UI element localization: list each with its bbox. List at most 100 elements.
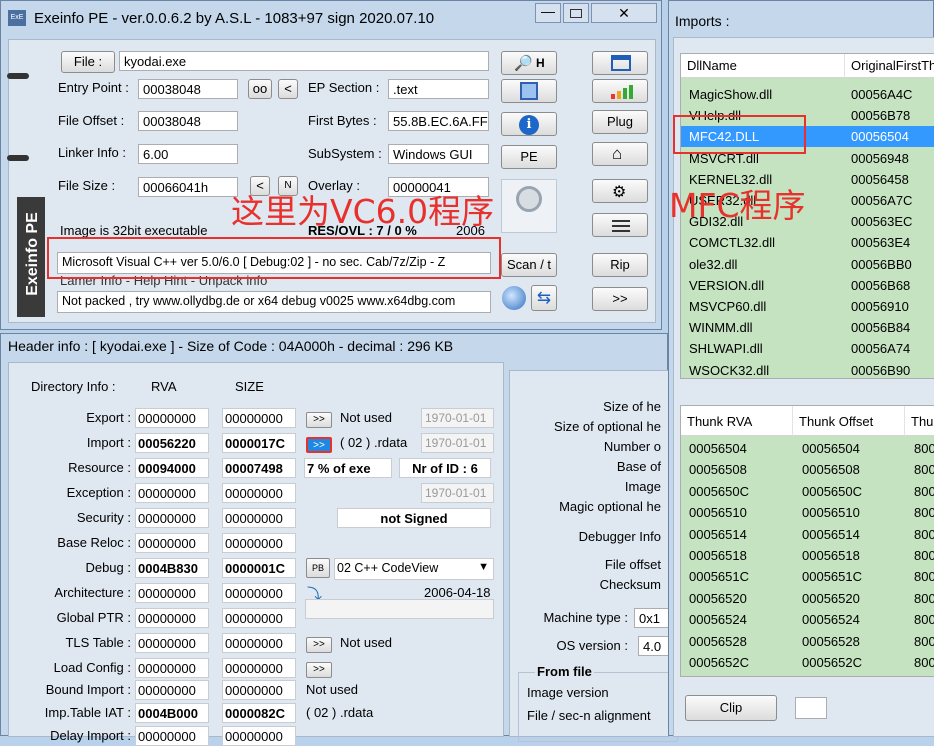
- dll-row[interactable]: VERSION.dll 00056B68: [681, 275, 934, 296]
- dir-rva-field[interactable]: 00000000: [135, 533, 209, 553]
- dir-size-field[interactable]: 00000000: [222, 633, 296, 653]
- structure-button[interactable]: [501, 79, 557, 103]
- dir-rva-field[interactable]: 00056220: [135, 433, 209, 453]
- dir-size-field[interactable]: 0000017C: [222, 433, 296, 453]
- first-bytes-field[interactable]: 55.8B.EC.6A.FF: [388, 111, 489, 131]
- dir-rva-field[interactable]: 00000000: [135, 633, 209, 653]
- dll-row[interactable]: MSVCP60.dll 00056910: [681, 296, 934, 317]
- dir-rva-field[interactable]: 00000000: [135, 658, 209, 678]
- dir-size-field[interactable]: 00000000: [222, 483, 296, 503]
- close-button[interactable]: ✕: [591, 3, 657, 23]
- linker-info-field[interactable]: 6.00: [138, 144, 238, 164]
- thunk-offset: 00056520: [802, 590, 860, 606]
- next-button[interactable]: >>: [592, 287, 648, 311]
- dir-rva-field[interactable]: 00000000: [135, 408, 209, 428]
- dir-rva-field[interactable]: 00094000: [135, 458, 209, 478]
- dir-rva-field[interactable]: 00000000: [135, 483, 209, 503]
- globe-icon[interactable]: [502, 286, 526, 310]
- originalfirstthunk-column-header[interactable]: OriginalFirstTh: [845, 54, 934, 78]
- dir-rva-field[interactable]: 00000000: [135, 680, 209, 700]
- dir-status-label: Not used: [306, 682, 359, 697]
- thunk-row[interactable]: 00056514 00056514 800: [681, 524, 934, 545]
- signature-status: not Signed: [337, 508, 491, 528]
- search-hex-button[interactable]: 🔎 H: [501, 51, 557, 75]
- dir-size-field[interactable]: 0000082C: [222, 703, 296, 723]
- dir-rva-field[interactable]: 00000000: [135, 508, 209, 528]
- dir-size-field[interactable]: 00000000: [222, 533, 296, 553]
- debug-type-select[interactable]: 02 C++ CodeView ▼: [334, 558, 494, 580]
- dll-row[interactable]: WSOCK32.dll 00056B90: [681, 360, 934, 378]
- file-name-field[interactable]: kyodai.exe: [119, 51, 489, 71]
- dir-size-field[interactable]: 00000000: [222, 408, 296, 428]
- goto-button[interactable]: >>: [306, 437, 332, 453]
- dir-name-label: Import :: [86, 435, 131, 450]
- file-offset-field[interactable]: 00038048: [138, 111, 238, 131]
- thunk-row[interactable]: 00056518 00056518 800: [681, 545, 934, 566]
- dir-rva-field[interactable]: 0004B830: [135, 558, 209, 578]
- thunk-offset: 00056510: [802, 505, 860, 521]
- clip-button[interactable]: Clip: [685, 695, 777, 721]
- tools-button[interactable]: ⚙: [592, 179, 648, 203]
- thunk-row[interactable]: 00056528 00056528 800: [681, 631, 934, 652]
- thunk-row[interactable]: 0005651C 0005651C 800: [681, 566, 934, 587]
- thunk-row[interactable]: 00056520 00056520 800: [681, 588, 934, 609]
- thunk-data: 800: [914, 548, 934, 563]
- ep-section-field[interactable]: .text: [388, 79, 489, 99]
- dll-row[interactable]: ole32.dll 00056BB0: [681, 254, 934, 275]
- dir-size-field[interactable]: 00000000: [222, 680, 296, 700]
- thunk-row[interactable]: 0005650C 0005650C 800: [681, 481, 934, 502]
- file-button[interactable]: File :: [61, 51, 115, 73]
- dir-size-field[interactable]: 00000000: [222, 658, 296, 678]
- dir-size-field[interactable]: 00000000: [222, 608, 296, 628]
- subsystem-field[interactable]: Windows GUI: [388, 144, 489, 164]
- dir-rva-field[interactable]: 00000000: [135, 608, 209, 628]
- thunk-row[interactable]: 00056508 00056508 800: [681, 459, 934, 480]
- window-button[interactable]: [592, 51, 648, 75]
- file-size-field[interactable]: 00066041h: [138, 177, 238, 197]
- goto-button[interactable]: >>: [306, 637, 332, 653]
- scan-button[interactable]: Scan / t: [501, 253, 557, 277]
- dir-size-field[interactable]: 00000000: [222, 508, 296, 528]
- menu-button[interactable]: [592, 213, 648, 237]
- dll-row[interactable]: SHLWAPI.dll 00056A74: [681, 338, 934, 359]
- dir-size-field[interactable]: 00000000: [222, 583, 296, 603]
- dll-row[interactable]: COMCTL32.dll 000563E4: [681, 232, 934, 253]
- dll-row[interactable]: MagicShow.dll 00056A4C: [681, 84, 934, 105]
- pe-button[interactable]: PE: [501, 145, 557, 169]
- goto-button[interactable]: >>: [306, 662, 332, 678]
- thunk-row[interactable]: 00056510 00056510 800: [681, 502, 934, 523]
- imports-window: Imports : DllName OriginalFirstTh MagicS…: [668, 0, 934, 737]
- dir-size-field[interactable]: 00000000: [222, 726, 296, 746]
- thunk-data-column-header[interactable]: Thu: [905, 406, 934, 436]
- dir-rva-field[interactable]: 00000000: [135, 583, 209, 603]
- thunk-row[interactable]: 00056504 00056504 800: [681, 438, 934, 459]
- dll-row[interactable]: WINMM.dll 00056B84: [681, 317, 934, 338]
- info-button[interactable]: i: [501, 112, 557, 136]
- dir-section-label: ( 02 ) .rdata: [340, 435, 408, 450]
- oo-button[interactable]: oo: [248, 79, 272, 99]
- pb-button[interactable]: PB: [306, 558, 330, 578]
- dir-size-field[interactable]: 0000001C: [222, 558, 296, 578]
- home-button[interactable]: ⌂: [592, 142, 648, 166]
- thunk-list: Thunk RVA Thunk Offset Thu 00056504 00056…: [680, 405, 934, 677]
- thunk-row[interactable]: 00056524 00056524 800: [681, 609, 934, 630]
- entry-point-field[interactable]: 00038048: [138, 79, 238, 99]
- maximize-button[interactable]: [563, 3, 589, 23]
- thunk-offset-column-header[interactable]: Thunk Offset: [793, 406, 905, 436]
- refresh-icon[interactable]: ⇆: [531, 285, 557, 311]
- minimize-button[interactable]: —: [535, 3, 561, 23]
- dllname-column-header[interactable]: DllName: [681, 54, 845, 78]
- lt-button[interactable]: <: [278, 79, 298, 99]
- thunk-offset: 00056508: [802, 462, 860, 478]
- optional-header-label: Debugger Info: [578, 529, 661, 544]
- goto-button[interactable]: >>: [306, 412, 332, 428]
- dir-size-field[interactable]: 00007498: [222, 458, 296, 478]
- thunk-rva-column-header[interactable]: Thunk RVA: [681, 406, 793, 436]
- home-icon: ⌂: [612, 144, 623, 163]
- thunk-row[interactable]: 0005652C 0005652C 800: [681, 652, 934, 673]
- stats-button[interactable]: [592, 79, 648, 103]
- rip-button[interactable]: Rip: [592, 253, 648, 277]
- dir-rva-field[interactable]: 00000000: [135, 726, 209, 746]
- dir-rva-field[interactable]: 0004B000: [135, 703, 209, 723]
- plug-button[interactable]: Plug: [592, 110, 648, 134]
